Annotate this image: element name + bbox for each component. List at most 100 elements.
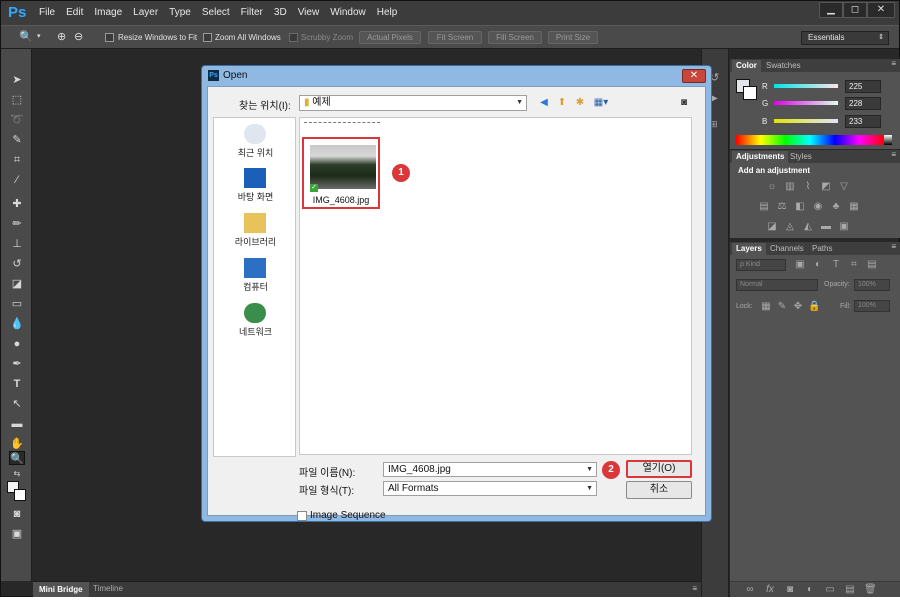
type-tool-icon[interactable]: T (9, 377, 25, 391)
zoom-tool-active-icon[interactable]: 🔍 (9, 451, 25, 465)
menu-layer[interactable]: Layer (133, 7, 158, 18)
blue-value-field[interactable]: 233 (845, 115, 881, 128)
print-size-button[interactable]: Print Size (548, 31, 598, 44)
fit-screen-button[interactable]: Fit Screen (428, 31, 482, 44)
adjustment-layer-icon[interactable]: ◐ (804, 585, 816, 595)
vibrance-icon[interactable]: ▽ (838, 182, 850, 192)
place-libraries[interactable]: 라이브러리 (214, 213, 297, 253)
file-item[interactable]: ✓ IMG_4608.jpg (302, 137, 380, 209)
color-balance-icon[interactable]: ⚖ (776, 202, 788, 212)
screen-mode-icon[interactable]: ▣ (9, 527, 25, 541)
pen-tool-icon[interactable]: ✒ (9, 357, 25, 371)
opacity-field[interactable]: 100% (854, 279, 890, 291)
brush-tool-icon[interactable]: ✏ (9, 217, 25, 231)
color-lookup-icon[interactable]: ▦ (848, 202, 860, 212)
lock-image-icon[interactable]: ✎ (776, 302, 788, 312)
menu-filter[interactable]: Filter (241, 7, 263, 18)
workspace-switcher[interactable]: Essentials ⇕ (801, 31, 889, 45)
zoom-tool-icon[interactable]: 🔍 (19, 30, 33, 44)
menu-type[interactable]: Type (169, 7, 191, 18)
marquee-tool-icon[interactable]: ⬚ (9, 93, 25, 107)
color-spectrum-ramp[interactable] (736, 135, 884, 145)
filter-type-icon[interactable]: T (830, 260, 842, 270)
menu-window[interactable]: Window (330, 7, 366, 18)
filter-smart-icon[interactable]: ▤ (866, 260, 878, 270)
scrubby-zoom-checkbox[interactable] (289, 33, 298, 42)
green-slider[interactable] (774, 101, 838, 105)
tab-swatches[interactable]: Swatches (762, 60, 805, 72)
place-computer[interactable]: 컴퓨터 (214, 258, 297, 298)
filter-pixel-icon[interactable]: ▣ (794, 260, 806, 270)
quick-mask-icon[interactable]: ◙ (9, 507, 25, 521)
tab-channels[interactable]: Channels (766, 243, 808, 255)
tab-styles[interactable]: Styles (786, 151, 816, 163)
crop-tool-icon[interactable]: ⌗ (9, 153, 25, 167)
tab-adjustments[interactable]: Adjustments (732, 151, 789, 163)
tab-layers[interactable]: Layers (732, 243, 766, 255)
black-white-icon[interactable]: ◧ (794, 202, 806, 212)
gradient-map-icon[interactable]: ▬ (820, 222, 832, 232)
menu-edit[interactable]: Edit (66, 7, 83, 18)
filter-adjustment-icon[interactable]: ◐ (812, 260, 824, 270)
blend-mode-select[interactable]: Normal (736, 279, 818, 291)
place-recent[interactable]: 최근 위치 (214, 124, 297, 164)
eyedropper-tool-icon[interactable]: ⁄ (9, 173, 25, 187)
tab-mini-bridge[interactable]: Mini Bridge (33, 582, 89, 597)
gradient-tool-icon[interactable]: ▭ (9, 297, 25, 311)
history-brush-tool-icon[interactable]: ↺ (9, 257, 25, 271)
blur-tool-icon[interactable]: 💧 (9, 317, 25, 331)
layer-mask-icon[interactable]: ◙ (784, 585, 796, 595)
place-desktop[interactable]: 바탕 화면 (214, 168, 297, 208)
exposure-icon[interactable]: ◩ (820, 182, 832, 192)
menu-file[interactable]: File (39, 7, 55, 18)
minimize-button[interactable]: ▁ (819, 2, 843, 18)
fill-field[interactable]: 100% (854, 300, 890, 312)
close-window-button[interactable]: ✕ (867, 2, 895, 18)
open-button[interactable]: 열기(O) (626, 460, 692, 478)
preview-icon[interactable]: ◙ (678, 97, 690, 109)
lasso-tool-icon[interactable]: ➰ (9, 113, 25, 127)
photo-filter-icon[interactable]: ◉ (812, 202, 824, 212)
actual-pixels-button[interactable]: Actual Pixels (359, 31, 421, 44)
red-slider[interactable] (774, 84, 838, 88)
filter-shape-icon[interactable]: ⌗ (848, 260, 860, 270)
tab-paths[interactable]: Paths (808, 243, 836, 255)
curves-icon[interactable]: ⌇ (802, 182, 814, 192)
fill-screen-button[interactable]: Fill Screen (488, 31, 542, 44)
panel-menu-icon[interactable]: ≡ (891, 59, 896, 68)
link-layers-icon[interactable]: ∞ (744, 585, 756, 595)
clone-stamp-tool-icon[interactable]: ⊥ (9, 237, 25, 251)
background-swatch[interactable] (743, 86, 757, 100)
layer-filter-kind[interactable]: ρ Kind (736, 259, 786, 271)
panel-menu-icon[interactable]: ≡ (692, 584, 697, 593)
new-group-icon[interactable]: ▭ (824, 585, 836, 595)
selective-color-icon[interactable]: ▣ (838, 222, 850, 232)
lock-all-icon[interactable]: 🔒 (808, 302, 820, 312)
threshold-icon[interactable]: ◭ (802, 222, 814, 232)
image-sequence-checkbox[interactable] (297, 511, 307, 521)
tool-preset-chevron-icon[interactable]: ▾ (37, 32, 51, 46)
maximize-button[interactable]: ◻ (843, 2, 867, 18)
menu-3d[interactable]: 3D (274, 7, 287, 18)
view-menu-icon[interactable]: ▦▾ (592, 97, 610, 109)
hand-tool-icon[interactable]: ✋ (9, 437, 25, 451)
file-type-select[interactable]: All Formats ▼ (383, 481, 597, 496)
tab-timeline[interactable]: Timeline (93, 584, 123, 593)
move-tool-icon[interactable]: ➤ (9, 73, 25, 87)
zoom-out-icon[interactable]: ⊖ (74, 30, 88, 44)
dialog-close-button[interactable]: ✕ (682, 69, 706, 83)
quick-select-tool-icon[interactable]: ✎ (9, 133, 25, 147)
hue-saturation-icon[interactable]: ▤ (758, 202, 770, 212)
green-value-field[interactable]: 228 (845, 97, 881, 110)
resize-windows-checkbox[interactable] (105, 33, 114, 42)
zoom-in-icon[interactable]: ⊕ (57, 30, 71, 44)
cancel-button[interactable]: 취소 (626, 481, 692, 499)
grayscale-ramp[interactable] (884, 135, 892, 145)
lock-position-icon[interactable]: ✥ (792, 302, 804, 312)
panel-menu-icon[interactable]: ≡ (891, 242, 896, 251)
tab-color[interactable]: Color (732, 60, 761, 72)
panel-menu-icon[interactable]: ≡ (891, 150, 896, 159)
menu-image[interactable]: Image (94, 7, 122, 18)
swap-colors-icon[interactable]: ⇆ (9, 467, 25, 481)
menu-select[interactable]: Select (202, 7, 230, 18)
